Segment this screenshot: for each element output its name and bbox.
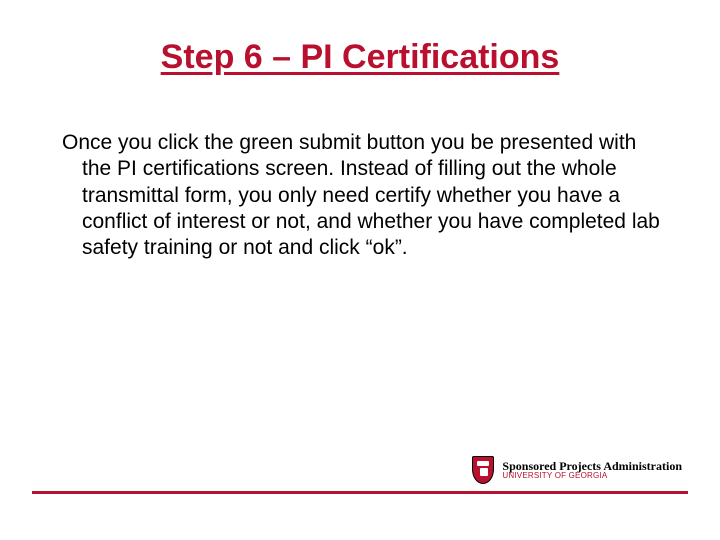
footer-logo: Sponsored Projects Administration UNIVER…	[472, 456, 682, 484]
slide-body-paragraph: Once you click the green submit button y…	[42, 130, 660, 261]
footer-logo-line2: UNIVERSITY OF GEORGIA	[502, 472, 682, 480]
footer-logo-text: Sponsored Projects Administration UNIVER…	[502, 460, 682, 481]
slide-title: Step 6 – PI Certifications	[0, 38, 720, 77]
footer-divider	[32, 491, 688, 494]
slide: Step 6 – PI Certifications Once you clic…	[0, 0, 720, 540]
uga-shield-icon	[472, 456, 494, 484]
